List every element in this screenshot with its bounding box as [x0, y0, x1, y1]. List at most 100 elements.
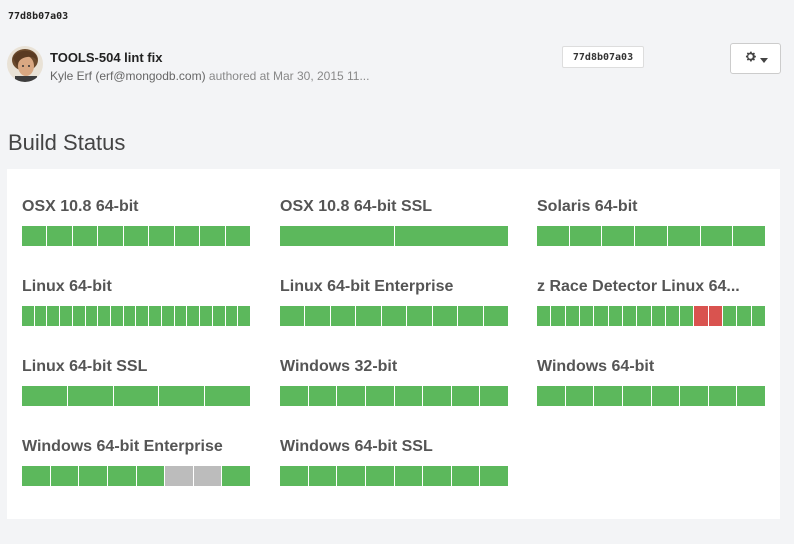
task-success[interactable]	[594, 386, 622, 406]
task-success[interactable]	[680, 386, 708, 406]
task-success[interactable]	[22, 386, 67, 406]
task-success[interactable]	[708, 386, 737, 406]
task-success[interactable]	[225, 226, 250, 246]
task-success[interactable]	[751, 306, 765, 326]
task-success[interactable]	[737, 306, 751, 326]
task-success[interactable]	[667, 226, 700, 246]
task-success[interactable]	[651, 306, 665, 326]
task-success[interactable]	[200, 226, 225, 246]
task-success[interactable]	[50, 466, 79, 486]
build-variant-name[interactable]: Solaris 64-bit	[537, 197, 765, 217]
task-success[interactable]	[174, 226, 200, 246]
task-success[interactable]	[723, 306, 737, 326]
task-success[interactable]	[381, 306, 407, 326]
task-success[interactable]	[622, 306, 637, 326]
task-failed[interactable]	[708, 306, 723, 326]
task-success[interactable]	[451, 466, 480, 486]
build-variant-name[interactable]: OSX 10.8 64-bit	[22, 197, 250, 217]
task-success[interactable]	[136, 466, 165, 486]
task-success[interactable]	[537, 386, 565, 406]
task-success[interactable]	[123, 226, 149, 246]
task-success[interactable]	[330, 306, 356, 326]
task-success[interactable]	[579, 306, 594, 326]
task-success[interactable]	[551, 306, 565, 326]
task-success[interactable]	[394, 466, 423, 486]
task-success[interactable]	[222, 466, 250, 486]
task-success[interactable]	[700, 226, 733, 246]
task-success[interactable]	[458, 306, 483, 326]
task-success[interactable]	[635, 226, 667, 246]
task-failed[interactable]	[694, 306, 708, 326]
task-success[interactable]	[594, 306, 608, 326]
task-success[interactable]	[394, 386, 423, 406]
build-variant-name[interactable]: Windows 64-bit	[537, 357, 765, 377]
task-success[interactable]	[737, 386, 765, 406]
task-success[interactable]	[733, 226, 766, 246]
build-variant-name[interactable]: Linux 64-bit	[22, 277, 250, 297]
task-success[interactable]	[136, 306, 149, 326]
build-variant-name[interactable]: z Race Detector Linux 64...	[537, 277, 765, 297]
task-success[interactable]	[225, 306, 238, 326]
task-success[interactable]	[67, 386, 113, 406]
task-success[interactable]	[22, 226, 47, 246]
task-success[interactable]	[608, 306, 622, 326]
task-success[interactable]	[565, 386, 594, 406]
task-success[interactable]	[72, 306, 85, 326]
task-success[interactable]	[22, 466, 50, 486]
task-success[interactable]	[305, 306, 330, 326]
task-success[interactable]	[680, 306, 694, 326]
task-success[interactable]	[665, 306, 680, 326]
task-success[interactable]	[98, 226, 123, 246]
build-variant-name[interactable]: Linux 64-bit Enterprise	[280, 277, 508, 297]
task-success[interactable]	[149, 226, 174, 246]
task-success[interactable]	[480, 386, 508, 406]
task-success[interactable]	[205, 386, 250, 406]
task-success[interactable]	[111, 306, 123, 326]
task-success[interactable]	[22, 306, 34, 326]
task-success[interactable]	[72, 226, 98, 246]
task-success[interactable]	[537, 226, 569, 246]
task-success[interactable]	[47, 226, 72, 246]
task-success[interactable]	[280, 306, 305, 326]
task-success[interactable]	[212, 306, 225, 326]
commit-hash-badge[interactable]: 77d8b07a03	[562, 46, 644, 68]
task-success[interactable]	[622, 386, 651, 406]
task-success[interactable]	[337, 466, 365, 486]
task-success[interactable]	[60, 306, 72, 326]
task-success[interactable]	[651, 386, 680, 406]
task-success[interactable]	[161, 306, 174, 326]
task-success[interactable]	[423, 466, 451, 486]
task-success[interactable]	[98, 306, 111, 326]
task-success[interactable]	[280, 226, 394, 246]
build-variant-name[interactable]: Windows 64-bit SSL	[280, 437, 508, 457]
task-success[interactable]	[407, 306, 432, 326]
task-success[interactable]	[565, 306, 579, 326]
build-variant-name[interactable]: Windows 32-bit	[280, 357, 508, 377]
task-success[interactable]	[308, 386, 337, 406]
task-success[interactable]	[113, 386, 159, 406]
task-success[interactable]	[423, 386, 451, 406]
task-success[interactable]	[187, 306, 200, 326]
build-variant-name[interactable]: OSX 10.8 64-bit SSL	[280, 197, 508, 217]
task-success[interactable]	[308, 466, 337, 486]
task-success[interactable]	[174, 306, 187, 326]
task-success[interactable]	[79, 466, 107, 486]
task-success[interactable]	[200, 306, 212, 326]
task-success[interactable]	[537, 306, 551, 326]
task-success[interactable]	[483, 306, 508, 326]
settings-dropdown-button[interactable]	[730, 43, 781, 74]
task-success[interactable]	[432, 306, 458, 326]
task-inactive[interactable]	[193, 466, 222, 486]
task-success[interactable]	[123, 306, 136, 326]
task-success[interactable]	[280, 386, 308, 406]
task-success[interactable]	[238, 306, 250, 326]
task-success[interactable]	[451, 386, 480, 406]
task-inactive[interactable]	[165, 466, 193, 486]
task-success[interactable]	[569, 226, 602, 246]
task-success[interactable]	[107, 466, 136, 486]
task-success[interactable]	[365, 466, 394, 486]
task-success[interactable]	[602, 226, 635, 246]
build-variant-name[interactable]: Linux 64-bit SSL	[22, 357, 250, 377]
task-success[interactable]	[337, 386, 365, 406]
task-success[interactable]	[394, 226, 508, 246]
